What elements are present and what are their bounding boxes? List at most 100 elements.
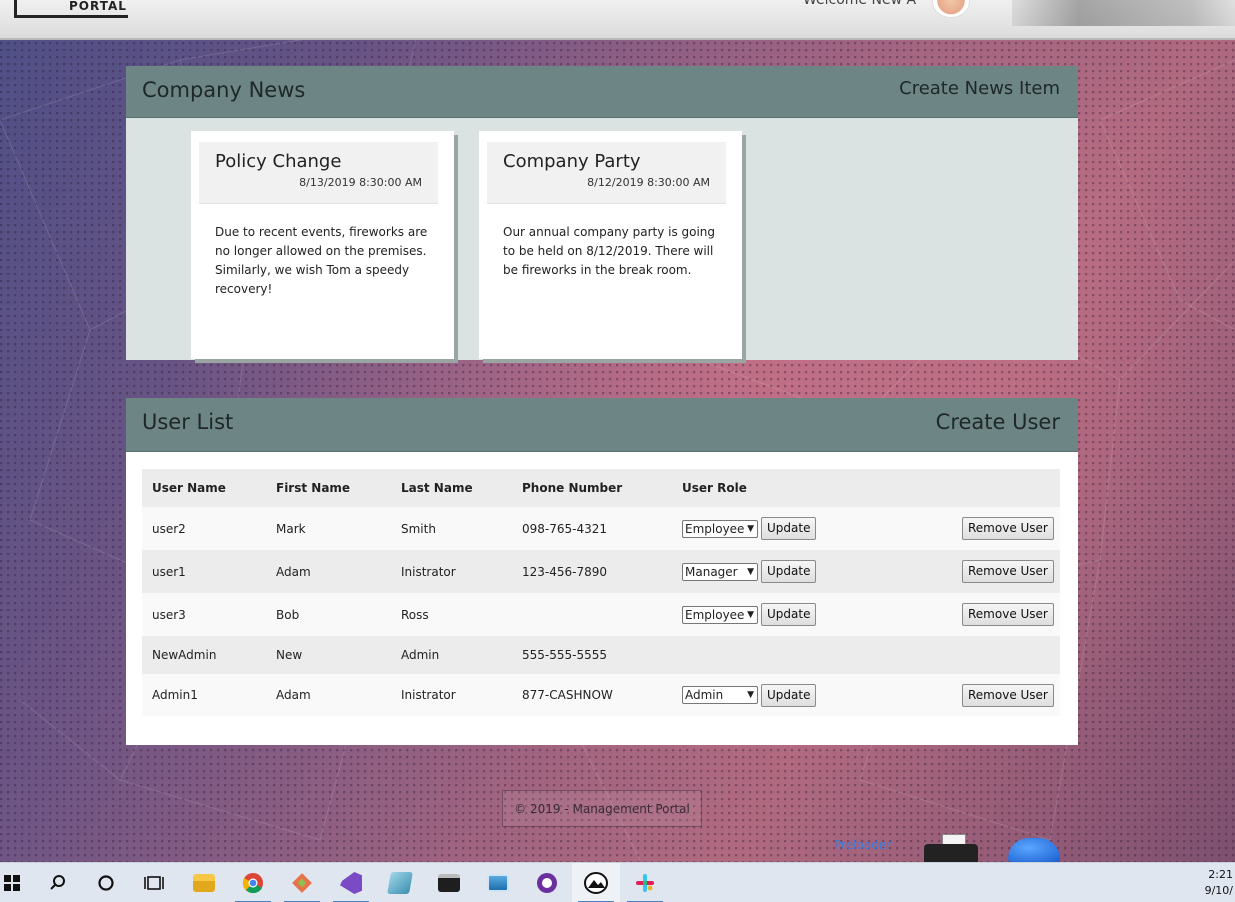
update-button[interactable]: Update (761, 560, 817, 583)
preloader-desktop-label[interactable]: Preloader (834, 838, 891, 852)
welcome-text: Welcome New A (803, 0, 917, 8)
role-select[interactable]: Admin ▼ (682, 686, 758, 704)
user-list-title: User List (142, 410, 234, 434)
cell-phone-number: 877-CASHNOW (512, 674, 672, 716)
cell-phone-number (512, 593, 672, 636)
top-header: PORTAL Welcome New A (0, 0, 1235, 40)
news-card-header: Company Party 8/12/2019 8:30:00 AM (487, 142, 726, 204)
cell-user-role: Employee ▼ Update (672, 593, 902, 636)
cell-last-name: Ross (391, 593, 512, 636)
role-select-value: Admin (685, 688, 724, 702)
table-row: NewAdmin New Admin 555-555-5555 (142, 636, 1060, 674)
cell-first-name: Mark (266, 507, 391, 550)
table-row: user1 Adam Inistrator 123-456-7890 Manag… (142, 550, 1060, 593)
cell-first-name: Bob (266, 593, 391, 636)
cell-last-name: Admin (391, 636, 512, 674)
user-list-body: User Name First Name Last Name Phone Num… (126, 452, 1078, 745)
terminal-icon[interactable] (425, 863, 473, 902)
clock-time: 2:21 (1208, 868, 1233, 881)
remove-user-button[interactable]: Remove User (962, 517, 1054, 540)
cell-first-name: Adam (266, 674, 391, 716)
slack-icon[interactable] (621, 863, 669, 902)
cell-phone-number: 555-555-5555 (512, 636, 672, 674)
create-news-item-link[interactable]: Create News Item (899, 78, 1060, 99)
column-header-last-name: Last Name (391, 469, 512, 507)
chrome-icon[interactable] (229, 863, 277, 902)
news-card[interactable]: Company Party 8/12/2019 8:30:00 AM Our a… (479, 131, 742, 359)
role-select[interactable]: Employee ▼ (682, 519, 758, 538)
task-view-icon[interactable] (130, 863, 178, 902)
cell-user-role (672, 636, 902, 674)
file-explorer-icon[interactable] (180, 863, 228, 902)
logo[interactable]: PORTAL (14, 0, 128, 18)
column-header-first-name: First Name (266, 469, 391, 507)
avatar[interactable] (932, 0, 970, 18)
dropdown-arrow-icon: ▼ (747, 609, 754, 620)
create-user-link[interactable]: Create User (936, 410, 1060, 434)
user-table: User Name First Name Last Name Phone Num… (142, 469, 1060, 716)
visual-studio-icon[interactable] (327, 863, 375, 902)
cell-user-role: Manager ▼ Update (672, 550, 902, 593)
photos-icon[interactable] (572, 863, 620, 902)
cell-actions: Remove User (902, 593, 1060, 636)
cell-actions: Remove User (902, 674, 1060, 716)
page-footer: © 2019 - Management Portal (502, 790, 702, 827)
cell-actions (902, 636, 1060, 674)
desktop-app-icon[interactable] (1008, 838, 1060, 862)
role-select[interactable]: Manager ▼ (682, 562, 758, 581)
table-header-row: User Name First Name Last Name Phone Num… (142, 469, 1060, 507)
update-button[interactable]: Update (761, 683, 817, 707)
cell-first-name: Adam (266, 550, 391, 593)
update-button[interactable]: Update (761, 603, 817, 626)
cell-user-role: Admin ▼ Update (672, 674, 902, 716)
control-panel-icon[interactable] (474, 863, 522, 902)
company-news-panel: Company News Create News Item Policy Cha… (126, 66, 1078, 360)
user-list-panel: User List Create User User Name First Na… (126, 398, 1078, 745)
remove-user-button[interactable]: Remove User (962, 603, 1054, 626)
news-card-date: 8/13/2019 8:30:00 AM (299, 176, 422, 189)
company-news-header: Company News Create News Item (126, 66, 1078, 118)
system-clock[interactable]: 2:21 9/10/ (1205, 867, 1233, 899)
news-card-body: Due to recent events, fireworks are no l… (215, 225, 428, 296)
cortana-icon[interactable] (82, 863, 130, 902)
role-select[interactable]: Employee ▼ (682, 605, 758, 624)
dropdown-arrow-icon: ▼ (747, 690, 754, 700)
cell-user-name: user2 (142, 507, 266, 550)
update-button[interactable]: Update (761, 517, 817, 540)
cell-phone-number: 123-456-7890 (512, 550, 672, 593)
windows-start-icon[interactable] (0, 863, 36, 902)
notes-icon[interactable] (376, 863, 424, 902)
table-row: Admin1 Adam Inistrator 877-CASHNOW Admin… (142, 674, 1060, 716)
search-icon[interactable] (34, 863, 82, 902)
clock-date: 9/10/ (1204, 884, 1233, 897)
news-card-title: Company Party (503, 151, 641, 172)
printer-icon[interactable] (924, 834, 978, 862)
user-list-header: User List Create User (126, 398, 1078, 452)
role-select-value: Employee (685, 521, 745, 536)
remove-user-button[interactable]: Remove User (962, 683, 1054, 707)
cell-user-name: user3 (142, 593, 266, 636)
cell-actions: Remove User (902, 550, 1060, 593)
dropdown-arrow-icon: ▼ (747, 523, 754, 534)
cell-actions: Remove User (902, 507, 1060, 550)
role-select-value: Manager (685, 564, 738, 579)
logo-text: PORTAL (69, 0, 127, 13)
cell-user-role: Employee ▼ Update (672, 507, 902, 550)
news-card-title: Policy Change (215, 151, 342, 172)
column-header-actions (902, 469, 1060, 507)
media-icon[interactable] (523, 863, 571, 902)
news-card-body: Our annual company party is going to be … (503, 225, 716, 277)
remove-user-button[interactable]: Remove User (962, 560, 1054, 583)
cell-phone-number: 098-765-4321 (512, 507, 672, 550)
git-icon[interactable] (278, 863, 326, 902)
dropdown-arrow-icon: ▼ (747, 566, 754, 577)
cell-user-name: user1 (142, 550, 266, 593)
news-list: Policy Change 8/13/2019 8:30:00 AM Due t… (126, 118, 1078, 360)
header-banner-image (1012, 0, 1235, 26)
cell-last-name: Inistrator (391, 674, 512, 716)
cell-user-name: Admin1 (142, 674, 266, 716)
table-row: user2 Mark Smith 098-765-4321 Employee ▼ U… (142, 507, 1060, 550)
company-news-title: Company News (142, 78, 306, 102)
cell-last-name: Smith (391, 507, 512, 550)
news-card[interactable]: Policy Change 8/13/2019 8:30:00 AM Due t… (191, 131, 454, 359)
